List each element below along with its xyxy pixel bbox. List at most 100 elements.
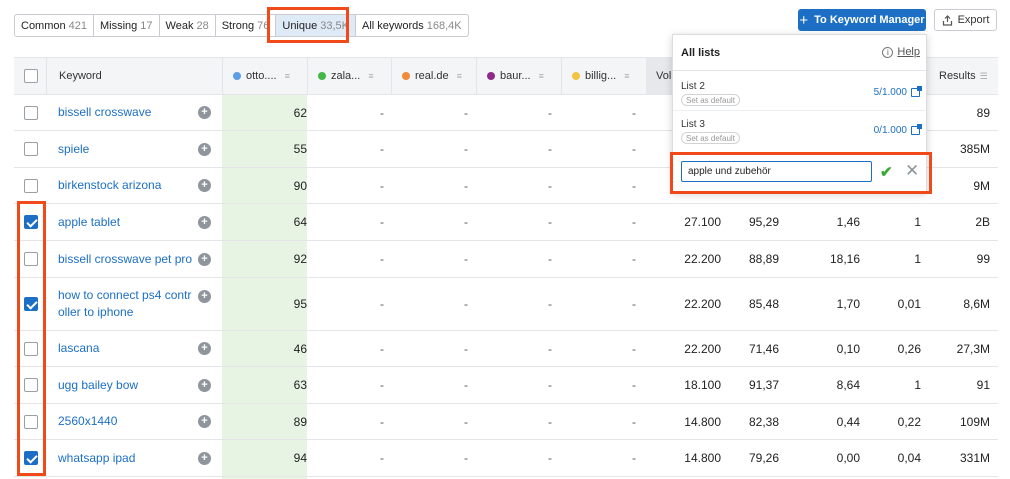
header-keyword[interactable]: Keyword (46, 58, 222, 94)
cell-kd: 85,48 (748, 297, 779, 311)
cell-results: 27,3M (956, 341, 990, 356)
add-to-list-icon[interactable]: + (198, 451, 211, 465)
new-list-row: ✔ ✕ (672, 153, 929, 191)
list-count: 0/1.000 (873, 125, 907, 136)
set-default-button[interactable]: Set as default (681, 132, 740, 144)
add-to-list-icon[interactable]: + (198, 179, 211, 192)
keyword-link[interactable]: bissell crosswave (58, 104, 198, 121)
row-checkbox[interactable] (24, 378, 38, 392)
filter-tab-missing[interactable]: Missing 17 (92, 14, 160, 37)
cell-d3: - (464, 142, 468, 156)
table-row: bissell crosswave pet pro +92 - - - - 22.200 88… (14, 241, 998, 278)
keyword-link[interactable]: birkenstock arizona (58, 177, 198, 194)
domain-color-dot (233, 72, 241, 80)
row-checkbox[interactable] (24, 252, 38, 266)
add-keyword-cell: + (198, 204, 211, 240)
keyword-link[interactable]: whatsapp ipad (58, 450, 198, 467)
cell-d4: - (548, 252, 552, 266)
header-results[interactable]: Results ☰ (938, 58, 998, 94)
add-to-list-icon[interactable]: + (198, 290, 211, 303)
cell-cpc: 18,16 (829, 252, 860, 266)
filter-tab-all-keywords[interactable]: All keywords 168,4K (354, 14, 469, 37)
add-to-list-icon[interactable]: + (198, 415, 211, 428)
header-domain-3[interactable]: real.de ≡ (391, 58, 476, 94)
row-checkbox[interactable] (24, 414, 38, 429)
cell-vol: 22.200 (684, 341, 721, 356)
help-link[interactable]: i Help (882, 46, 920, 58)
add-to-list-icon[interactable]: + (198, 252, 211, 266)
keyword-link[interactable]: spiele (58, 141, 198, 158)
close-icon[interactable]: ✕ (905, 161, 919, 181)
filter-tab-weak[interactable]: Weak 28 (158, 14, 216, 37)
cell-results: 89 (976, 105, 990, 120)
domain-color-dot (318, 72, 326, 80)
row-checkbox[interactable] (24, 451, 38, 465)
row-checkbox[interactable] (24, 142, 38, 156)
list-name: List 3 (681, 119, 705, 130)
header-domain-2[interactable]: zala... ≡ (307, 58, 391, 94)
keyword-link[interactable]: apple tablet (58, 214, 198, 231)
export-button[interactable]: Export (934, 9, 997, 31)
filter-tab-label: Weak (165, 19, 194, 32)
filter-tab-label: All keywords (361, 19, 424, 32)
cell-d4: - (548, 105, 552, 120)
filter-tab-unique[interactable]: Unique 33,5K (275, 14, 356, 37)
filter-tab-count: 33,5K (320, 19, 349, 32)
cell-d5: - (632, 105, 636, 120)
add-to-list-icon[interactable]: + (198, 378, 211, 392)
cell-com: 0,22 (897, 414, 921, 429)
sort-icon[interactable]: ≡ (457, 71, 462, 81)
filter-tab-label: Common (21, 19, 66, 32)
header-keyword-label: Keyword (59, 70, 102, 82)
keyword-link[interactable]: how to connect ps4 controller to iphone (58, 287, 198, 321)
list-count-link[interactable]: 0/1.000 (873, 124, 922, 136)
row-checkbox[interactable] (24, 215, 38, 229)
check-icon[interactable]: ✔ (880, 163, 893, 181)
keyword-link[interactable]: ugg bailey bow (58, 377, 198, 394)
row-checkbox-cell (24, 95, 38, 130)
filter-tab-count: 421 (68, 19, 87, 32)
table-row: lascana +46 - - - - 22.200 71,46 0,10 0,26 27,3M (14, 331, 998, 367)
add-to-list-icon[interactable]: + (198, 142, 211, 156)
header-domain-1[interactable]: otto.... ≡ (222, 58, 307, 94)
row-checkbox[interactable] (24, 297, 38, 311)
cell-d2: - (380, 451, 384, 465)
add-to-list-icon[interactable]: + (198, 215, 211, 229)
add-to-list-icon[interactable]: + (198, 106, 211, 119)
row-checkbox[interactable] (24, 105, 38, 120)
keyword-link[interactable]: bissell crosswave pet pro (58, 251, 198, 268)
cell-results: 8,6M (963, 297, 990, 311)
external-link-icon (911, 124, 922, 135)
to-keyword-manager-label: To Keyword Manager (814, 14, 925, 26)
sort-icon[interactable]: ≡ (285, 71, 290, 81)
cell-d5: - (632, 341, 636, 356)
list-count-link[interactable]: 5/1.000 (874, 86, 922, 98)
header-domain-5[interactable]: billig... ≡ (561, 58, 646, 94)
keyword-link[interactable]: 2560x1440 (58, 413, 198, 430)
filter-tab-strong[interactable]: Strong 76 (214, 14, 277, 37)
list-item[interactable]: List 2 Set as default 5/1.000 (673, 73, 926, 111)
keyword-cell: whatsapp ipad (58, 440, 198, 476)
external-link-icon (911, 86, 922, 97)
sort-icon[interactable]: ≡ (368, 71, 373, 81)
filter-tab-common[interactable]: Common 421 (14, 14, 94, 37)
sort-icon[interactable]: ☰ (980, 71, 988, 82)
sort-icon[interactable]: ≡ (539, 71, 544, 81)
new-list-input[interactable] (681, 161, 872, 182)
cell-d4: - (548, 142, 552, 156)
header-domain-4[interactable]: baur... ≡ (476, 58, 561, 94)
to-keyword-manager-button[interactable]: + To Keyword Manager (798, 9, 926, 31)
cell-results: 331M (959, 451, 990, 465)
cell-vol: 27.100 (684, 215, 721, 229)
select-all-checkbox[interactable] (24, 69, 38, 83)
cell-kd: 79,26 (748, 451, 779, 465)
keyword-link[interactable]: lascana (58, 340, 198, 357)
cell-otto: 55 (293, 142, 307, 156)
row-checkbox[interactable] (24, 178, 38, 193)
set-default-button[interactable]: Set as default (681, 94, 740, 106)
sort-icon[interactable]: ≡ (624, 71, 629, 81)
cell-d5: - (632, 178, 636, 193)
list-item[interactable]: List 3 Set as default 0/1.000 (673, 111, 926, 149)
add-to-list-icon[interactable]: + (198, 342, 211, 355)
row-checkbox[interactable] (24, 341, 38, 356)
